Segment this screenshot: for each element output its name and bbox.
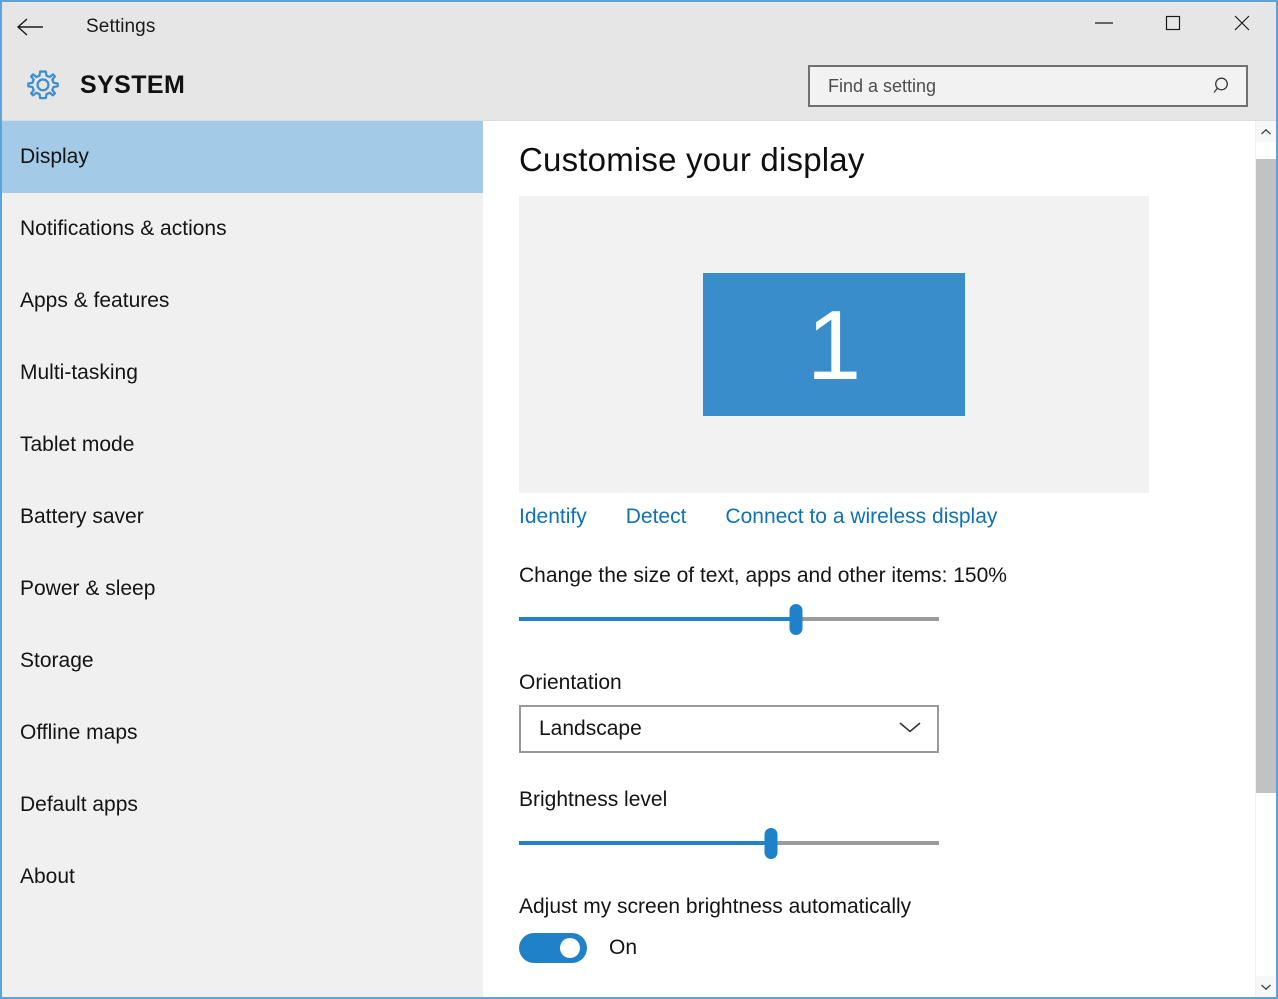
page-heading: Customise your display [519, 141, 865, 178]
search-box[interactable] [808, 65, 1248, 107]
sidebar-item-tablet-mode[interactable]: Tablet mode [2, 409, 483, 481]
sidebar-item-storage[interactable]: Storage [2, 625, 483, 697]
search-icon[interactable] [1210, 75, 1236, 97]
settings-window: Settings SYSTEM Find a setting Display N… [0, 0, 1278, 999]
display-actions-links: Identify Detect Connect to a wireless di… [519, 505, 1255, 529]
back-arrow-icon [15, 16, 45, 38]
window-body: Display Notifications & actions Apps & f… [2, 120, 1276, 997]
close-icon [1231, 12, 1253, 39]
monitor-1-tile[interactable]: 1 [703, 273, 965, 416]
display-settings-panel: Customise your display 1 Identify Detect… [483, 121, 1255, 997]
content-area: Customise your display 1 Identify Detect… [483, 121, 1276, 997]
slider-fill [519, 617, 797, 621]
page-header: SYSTEM [2, 51, 1276, 120]
auto-brightness-state: On [609, 936, 638, 959]
sidebar-item-multi-tasking[interactable]: Multi-tasking [2, 337, 483, 409]
title-bar: Settings [2, 2, 1276, 51]
brightness-label: Brightness level [519, 788, 668, 811]
sidebar-item-offline-maps[interactable]: Offline maps [2, 697, 483, 769]
sidebar-item-display[interactable]: Display [2, 121, 483, 193]
maximize-button[interactable] [1138, 2, 1207, 48]
auto-brightness-label: Adjust my screen brightness automaticall… [519, 895, 912, 918]
close-button[interactable] [1207, 2, 1276, 48]
brightness-slider[interactable] [519, 826, 939, 860]
sidebar-item-battery-saver[interactable]: Battery saver [2, 481, 483, 553]
back-button[interactable] [2, 4, 58, 50]
vertical-scrollbar[interactable] [1255, 121, 1276, 997]
auto-brightness-row: On [519, 933, 1255, 963]
sidebar-item-label: Apps & features [20, 289, 170, 312]
scroll-down-button[interactable] [1256, 976, 1276, 997]
sidebar-item-label: Tablet mode [20, 433, 135, 456]
window-controls [1069, 2, 1276, 48]
sidebar-item-default-apps[interactable]: Default apps [2, 769, 483, 841]
sidebar-item-notifications-actions[interactable]: Notifications & actions [2, 193, 483, 265]
slider-thumb[interactable] [764, 828, 778, 859]
auto-brightness-toggle[interactable] [519, 933, 587, 963]
settings-sidebar: Display Notifications & actions Apps & f… [2, 121, 483, 997]
sidebar-item-label: Offline maps [20, 721, 138, 744]
scrollbar-track[interactable] [1256, 142, 1276, 976]
orientation-label: Orientation [519, 671, 622, 694]
orientation-selected-value: Landscape [539, 717, 642, 740]
connect-wireless-display-link[interactable]: Connect to a wireless display [725, 505, 997, 529]
scale-setting-label: Change the size of text, apps and other … [519, 564, 1007, 587]
scale-slider[interactable] [519, 602, 939, 636]
gear-icon [2, 65, 80, 107]
display-preview-area: 1 [519, 196, 1149, 493]
scroll-up-button[interactable] [1256, 121, 1276, 142]
sidebar-item-power-sleep[interactable]: Power & sleep [2, 553, 483, 625]
sidebar-item-label: Notifications & actions [20, 217, 227, 240]
sidebar-item-label: Display [20, 145, 89, 168]
minimize-icon [1092, 16, 1116, 34]
slider-fill [519, 841, 771, 845]
chevron-down-icon [897, 717, 923, 741]
orientation-dropdown[interactable]: Landscape [519, 705, 939, 753]
chevron-down-icon [1260, 978, 1272, 996]
sidebar-item-label: Power & sleep [20, 577, 156, 600]
slider-thumb[interactable] [789, 604, 803, 635]
detect-link[interactable]: Detect [626, 505, 687, 529]
maximize-icon [1163, 13, 1183, 38]
toggle-knob [560, 938, 580, 958]
sidebar-item-label: Storage [20, 649, 94, 672]
window-title: Settings [86, 15, 156, 37]
sidebar-item-label: Default apps [20, 793, 138, 816]
sidebar-item-label: Multi-tasking [20, 361, 138, 384]
sidebar-item-apps-features[interactable]: Apps & features [2, 265, 483, 337]
scrollbar-thumb[interactable] [1256, 158, 1276, 793]
sidebar-item-about[interactable]: About [2, 841, 483, 913]
sidebar-item-label: Battery saver [20, 505, 144, 528]
monitor-number-label: 1 [806, 289, 862, 400]
chevron-up-icon [1260, 123, 1272, 141]
sidebar-item-label: About [20, 865, 75, 888]
minimize-button[interactable] [1069, 2, 1138, 48]
page-title-system: SYSTEM [80, 71, 186, 99]
search-input[interactable] [828, 75, 1210, 97]
identify-link[interactable]: Identify [519, 505, 587, 529]
